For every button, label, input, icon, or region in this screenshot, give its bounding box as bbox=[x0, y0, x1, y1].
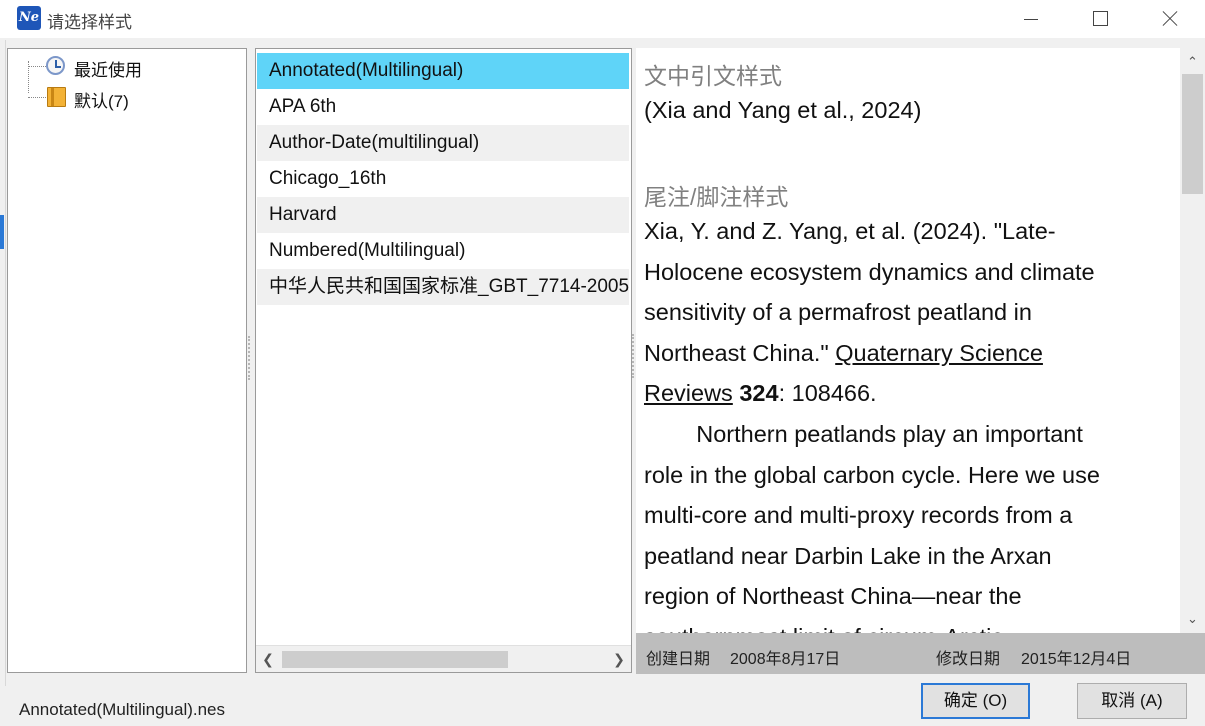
app-logo-icon: Ne bbox=[17, 6, 41, 30]
horizontal-scrollbar[interactable]: ❮ ❯ bbox=[256, 645, 631, 672]
window-title: 请选择样式 bbox=[47, 13, 132, 32]
ok-button[interactable]: 确定 (O) bbox=[921, 683, 1030, 719]
journal-name: Reviews bbox=[644, 380, 733, 406]
abstract-line: peatland near Darbin Lake in the Arxan bbox=[644, 543, 1052, 569]
style-item[interactable]: Numbered(Multilingual) bbox=[257, 233, 629, 269]
style-item[interactable]: Author-Date(multilingual) bbox=[257, 125, 629, 161]
scrollbar-thumb[interactable] bbox=[1182, 74, 1203, 194]
abstract-line: Northern peatlands play an important bbox=[644, 421, 1083, 447]
cancel-button[interactable]: 取消 (A) bbox=[1077, 683, 1187, 719]
style-item[interactable]: APA 6th bbox=[257, 89, 629, 125]
reference-pages: : 108466. bbox=[778, 380, 877, 406]
footnote-heading: 尾注/脚注样式 bbox=[644, 184, 789, 210]
reference-text: Northeast China." bbox=[644, 340, 836, 366]
tree-item-label: 默认(7) bbox=[74, 92, 129, 111]
title-bar: Ne 请选择样式 bbox=[0, 0, 1205, 38]
style-list[interactable]: Annotated(Multilingual) APA 6th Author-D… bbox=[256, 51, 629, 651]
journal-volume: 324 bbox=[739, 380, 779, 406]
left-window-edge bbox=[0, 40, 6, 686]
tree-item-label: 最近使用 bbox=[74, 61, 142, 80]
in-text-citation: (Xia and Yang et al., 2024) bbox=[644, 97, 922, 123]
style-preview: 文中引文样式 (Xia and Yang et al., 2024) 尾注/脚注… bbox=[636, 48, 1205, 633]
tree-item-recent[interactable]: 最近使用 bbox=[8, 53, 244, 93]
style-item[interactable]: Chicago_16th bbox=[257, 161, 629, 197]
tree-item-default[interactable]: 默认(7) bbox=[8, 84, 244, 111]
tree-connector bbox=[28, 97, 46, 98]
edge-highlight bbox=[0, 215, 4, 249]
book-icon bbox=[47, 87, 66, 107]
scroll-left-icon[interactable]: ❮ bbox=[256, 646, 280, 672]
abstract-line: multi-core and multi-proxy records from … bbox=[644, 502, 1073, 528]
vertical-scrollbar[interactable]: ⌃ ⌄ bbox=[1180, 48, 1205, 633]
panel-splitter[interactable] bbox=[248, 336, 250, 380]
created-label: 创建日期 bbox=[646, 651, 711, 668]
tree-connector bbox=[28, 66, 46, 67]
panel-splitter[interactable] bbox=[632, 334, 634, 378]
journal-name: Quaternary Science bbox=[835, 340, 1043, 366]
category-tree[interactable]: 最近使用 默认(7) bbox=[7, 48, 247, 673]
style-item[interactable]: Harvard bbox=[257, 197, 629, 233]
preview-content: 文中引文样式 (Xia and Yang et al., 2024) 尾注/脚注… bbox=[644, 52, 1174, 633]
abstract-line: southernmost limit of circum-Arctic bbox=[644, 617, 1003, 633]
clock-icon bbox=[46, 56, 65, 75]
close-button[interactable] bbox=[1145, 0, 1195, 38]
scroll-right-icon[interactable]: ❯ bbox=[607, 646, 631, 672]
modified-date: 2015年12月4日 bbox=[1021, 651, 1132, 668]
reference-line: Northeast China." Quaternary Science bbox=[644, 340, 1043, 367]
reference-line: Holocene ecosystem dynamics and climate bbox=[644, 259, 1095, 285]
style-info-bar: 创建日期 2008年8月17日 修改日期 2015年12月4日 bbox=[636, 633, 1205, 674]
scroll-up-icon[interactable]: ⌃ bbox=[1180, 51, 1205, 73]
reference-line: Reviews 324: 108466. bbox=[644, 380, 877, 407]
modified-label: 修改日期 bbox=[936, 651, 1001, 668]
maximize-button[interactable] bbox=[1075, 0, 1125, 38]
selected-file-name: Annotated(Multilingual).nes bbox=[19, 700, 226, 719]
scrollbar-thumb[interactable] bbox=[282, 651, 508, 668]
style-list-panel: Annotated(Multilingual) APA 6th Author-D… bbox=[255, 48, 632, 673]
created-date: 2008年8月17日 bbox=[730, 651, 841, 668]
abstract-line: role in the global carbon cycle. Here we… bbox=[644, 462, 1100, 488]
scroll-down-icon[interactable]: ⌄ bbox=[1180, 608, 1205, 630]
reference-line: sensitivity of a permafrost peatland in bbox=[644, 299, 1032, 325]
minimize-button[interactable] bbox=[1006, 0, 1056, 38]
reference-line: Xia, Y. and Z. Yang, et al. (2024). "Lat… bbox=[644, 218, 1056, 244]
style-item[interactable]: 中华人民共和国国家标准_GBT_7714-2005 bbox=[257, 269, 629, 305]
in-text-heading: 文中引文样式 bbox=[644, 63, 782, 89]
style-item[interactable]: Annotated(Multilingual) bbox=[257, 53, 629, 89]
abstract-line: region of Northeast China—near the bbox=[644, 583, 1022, 609]
